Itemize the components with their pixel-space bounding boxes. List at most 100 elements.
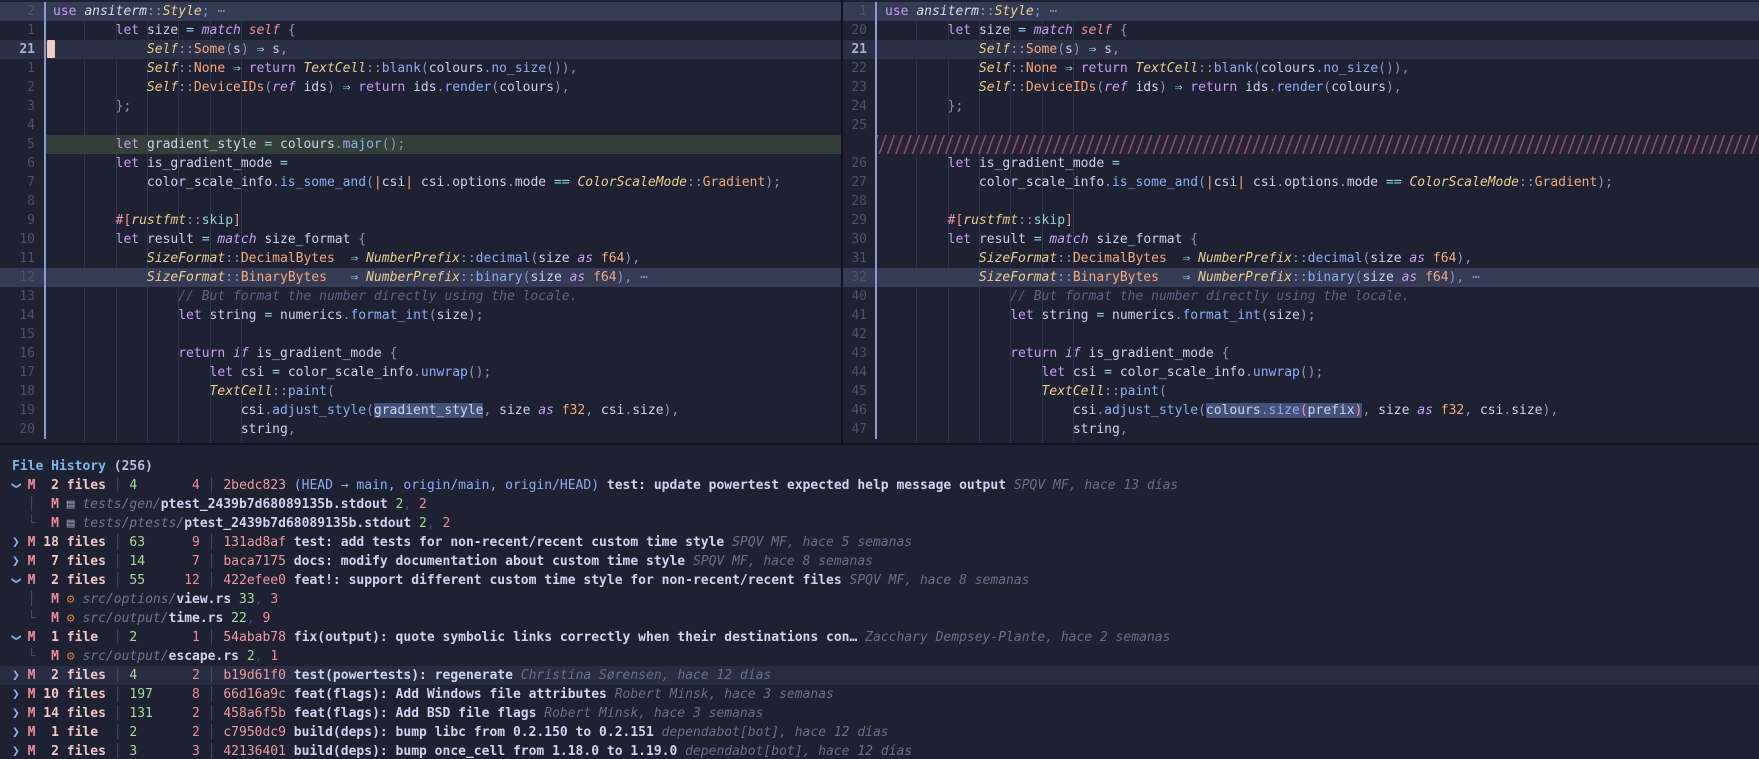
- commit-row[interactable]: ❯ M 2 files │ 55 12 │ 422efee0 feat!: su…: [0, 571, 1759, 590]
- commit-row[interactable]: ❯ M 2 files │ 4 2 │ b19d61f0 test(powert…: [0, 666, 1759, 685]
- code-line[interactable]: 19 csi.adjust_style(gradient_style, size…: [0, 401, 841, 420]
- code-line[interactable]: 24 };: [843, 97, 1759, 116]
- chevron-down-icon[interactable]: ❯: [6, 634, 25, 642]
- diff-pane-new[interactable]: 2use ansiterm::Style; ⋯1 let size = matc…: [0, 0, 841, 443]
- code-line[interactable]: 14 let string = numerics.format_int(size…: [0, 306, 841, 325]
- chevron-right-icon[interactable]: ❯: [12, 533, 20, 552]
- code-text: let result = match size_format {: [46, 230, 841, 249]
- file-additions: 2: [419, 516, 427, 531]
- file-additions: 22: [231, 611, 247, 626]
- chevron-down-icon[interactable]: ❯: [6, 577, 25, 585]
- code-line[interactable]: 45 TextCell::paint(: [843, 382, 1759, 401]
- deletions-count: 4: [161, 478, 200, 493]
- file-directory: tests/gen/: [82, 497, 160, 512]
- code-line[interactable]: 12 SizeFormat::BinaryBytes ⇒ NumberPrefi…: [0, 268, 841, 287]
- commit-row[interactable]: ❯ M 2 files │ 4 4 │ 2bedc823 (HEAD → mai…: [0, 476, 1759, 495]
- code-line[interactable]: 17 let csi = color_scale_info.unwrap();: [0, 363, 841, 382]
- code-line[interactable]: 5 let gradient_style = colours.major();: [0, 135, 841, 154]
- commit-row[interactable]: ❯ M 2 files │ 3 3 │ 42136401 build(deps)…: [0, 742, 1759, 759]
- chevron-right-icon[interactable]: ❯: [12, 685, 20, 704]
- line-number: 21: [0, 40, 44, 59]
- commit-row[interactable]: ❯ M 18 files │ 63 9 │ 131ad8af test: add…: [0, 533, 1759, 552]
- commit-row[interactable]: ❯ M 10 files │ 197 8 │ 66d16a9c feat(fla…: [0, 685, 1759, 704]
- code-line[interactable]: 8: [0, 192, 841, 211]
- additions-count: 4: [129, 668, 160, 683]
- code-line[interactable]: 3 };: [0, 97, 841, 116]
- code-text: SizeFormat::DecimalBytes ⇒ NumberPrefix:…: [46, 249, 841, 268]
- code-line[interactable]: 28: [843, 192, 1759, 211]
- rust-file-icon: ⚙: [67, 611, 75, 626]
- code-line[interactable]: 25: [843, 116, 1759, 135]
- chevron-right-icon[interactable]: ❯: [12, 723, 20, 742]
- file-row[interactable]: │ M ⚙ src/options/view.rs 33, 3: [0, 590, 1759, 609]
- commit-row[interactable]: ❯ M 1 file │ 2 1 │ 54abab78 fix(output):…: [0, 628, 1759, 647]
- commit-row[interactable]: ❯ M 1 file │ 2 2 │ c7950dc9 build(deps):…: [0, 723, 1759, 742]
- commit-author-date: Christina Sørensen, hace 12 días: [521, 668, 771, 683]
- code-line[interactable]: 10 let result = match size_format {: [0, 230, 841, 249]
- code-text: color_scale_info.is_some_and(|csi| csi.o…: [877, 173, 1759, 192]
- line-number: 4: [0, 116, 44, 135]
- code-line[interactable]: 9 #[rustfmt::skip]: [0, 211, 841, 230]
- line-number: 1: [0, 21, 44, 40]
- code-line[interactable]: 32 SizeFormat::BinaryBytes ⇒ NumberPrefi…: [843, 268, 1759, 287]
- line-number: 20: [0, 420, 44, 439]
- commit-file-count: 2 files: [43, 478, 113, 493]
- code-line[interactable]: 40 // But format the number directly usi…: [843, 287, 1759, 306]
- line-number: 13: [0, 287, 44, 306]
- file-row[interactable]: │ M ▤ tests/gen/ptest_2439b7d68089135b.s…: [0, 495, 1759, 514]
- line-number: 24: [843, 97, 875, 116]
- file-history-panel: File History (256) ❯ M 2 files │ 4 4 │ 2…: [0, 445, 1759, 759]
- code-line[interactable]: 21 Self::Some(s) ⇒ s,: [843, 40, 1759, 59]
- code-line[interactable]: 1 Self::None ⇒ return TextCell::blank(co…: [0, 59, 841, 78]
- file-row[interactable]: └ M ▤ tests/ptests/ptest_2439b7d68089135…: [0, 514, 1759, 533]
- commit-file-count: 2 files: [43, 668, 113, 683]
- commit-row[interactable]: ❯ M 14 files │ 131 2 │ 458a6f5b feat(fla…: [0, 704, 1759, 723]
- code-line[interactable]: 1 let size = match self {: [0, 21, 841, 40]
- code-line[interactable]: 30 let result = match size_format {: [843, 230, 1759, 249]
- code-line[interactable]: 16 return if is_gradient_mode {: [0, 344, 841, 363]
- chevron-right-icon[interactable]: ❯: [12, 704, 20, 723]
- code-line[interactable]: 20 let size = match self {: [843, 21, 1759, 40]
- code-line[interactable]: 11 SizeFormat::DecimalBytes ⇒ NumberPref…: [0, 249, 841, 268]
- code-line[interactable]: 13 // But format the number directly usi…: [0, 287, 841, 306]
- code-line[interactable]: 20 string,: [0, 420, 841, 439]
- line-number: 47: [843, 420, 875, 439]
- commit-row[interactable]: ❯ M 7 files │ 14 7 │ baca7175 docs: modi…: [0, 552, 1759, 571]
- code-line[interactable]: 41 let string = numerics.format_int(size…: [843, 306, 1759, 325]
- code-line[interactable]: 21 Self::Some(s) ⇒ s,: [0, 40, 841, 59]
- code-line[interactable]: 31 SizeFormat::DecimalBytes ⇒ NumberPref…: [843, 249, 1759, 268]
- code-line[interactable]: 27 color_scale_info.is_some_and(|csi| cs…: [843, 173, 1759, 192]
- chevron-down-icon[interactable]: ❯: [6, 482, 25, 490]
- code-line[interactable]: [843, 135, 1759, 154]
- code-line[interactable]: 47 string,: [843, 420, 1759, 439]
- line-number: 5: [0, 135, 44, 154]
- line-number: 42: [843, 325, 875, 344]
- code-line[interactable]: 42: [843, 325, 1759, 344]
- code-line[interactable]: 7 color_scale_info.is_some_and(|csi| csi…: [0, 173, 841, 192]
- code-line[interactable]: 1use ansiterm::Style; ⋯: [843, 2, 1759, 21]
- code-line[interactable]: 23 Self::DeviceIDs(ref ids) ⇒ return ids…: [843, 78, 1759, 97]
- chevron-right-icon[interactable]: ❯: [12, 666, 20, 685]
- file-additions: 2: [247, 649, 255, 664]
- code-line[interactable]: 2 Self::DeviceIDs(ref ids) ⇒ return ids.…: [0, 78, 841, 97]
- code-line[interactable]: 18 TextCell::paint(: [0, 382, 841, 401]
- code-line[interactable]: 6 let is_gradient_mode =: [0, 154, 841, 173]
- code-line[interactable]: 15: [0, 325, 841, 344]
- code-line[interactable]: 44 let csi = color_scale_info.unwrap();: [843, 363, 1759, 382]
- code-line[interactable]: 2use ansiterm::Style; ⋯: [0, 2, 841, 21]
- chevron-right-icon[interactable]: ❯: [12, 552, 20, 571]
- code-line[interactable]: 43 return if is_gradient_mode {: [843, 344, 1759, 363]
- code-line[interactable]: 26 let is_gradient_mode =: [843, 154, 1759, 173]
- chevron-right-icon[interactable]: ❯: [12, 742, 20, 759]
- code-line[interactable]: 29 #[rustfmt::skip]: [843, 211, 1759, 230]
- line-number: 29: [843, 211, 875, 230]
- file-row[interactable]: └ M ⚙ src/output/escape.rs 2, 1: [0, 647, 1759, 666]
- code-text: let string = numerics.format_int(size);: [46, 306, 841, 325]
- diff-pane-old[interactable]: 1use ansiterm::Style; ⋯20 let size = mat…: [843, 0, 1759, 443]
- file-history-label: File History: [12, 459, 106, 474]
- code-line[interactable]: 46 csi.adjust_style(colours.size(prefix)…: [843, 401, 1759, 420]
- code-line[interactable]: 22 Self::None ⇒ return TextCell::blank(c…: [843, 59, 1759, 78]
- file-row[interactable]: └ M ⚙ src/output/time.rs 22, 9: [0, 609, 1759, 628]
- code-line[interactable]: 4: [0, 116, 841, 135]
- commit-hash: 458a6f5b: [223, 706, 293, 721]
